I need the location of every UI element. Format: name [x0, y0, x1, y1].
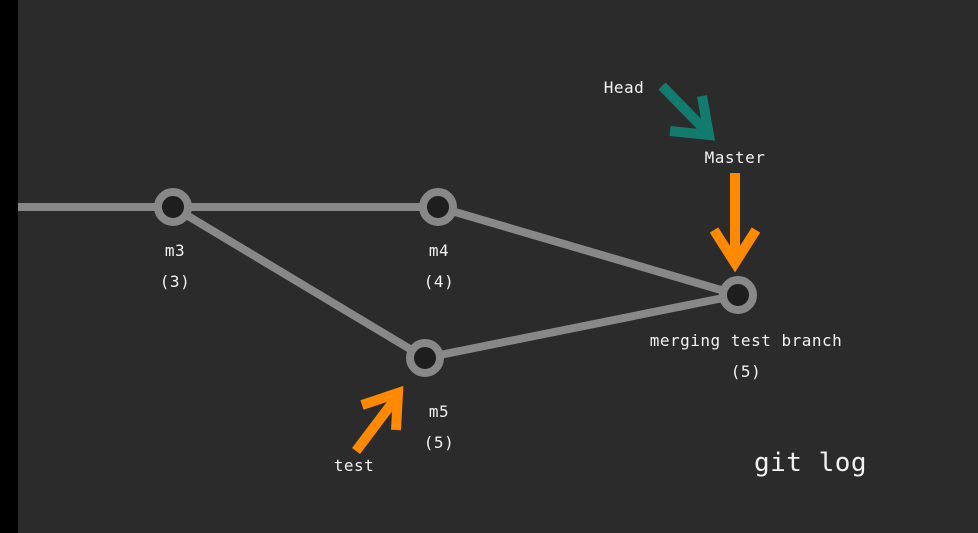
node-m5 — [406, 339, 444, 377]
edge-m3-m5 — [170, 203, 428, 362]
test-arrow-icon — [352, 385, 404, 455]
node-m4-label: m4 — [428, 241, 450, 260]
head-arrow-icon — [658, 82, 716, 141]
node-m5-number: (5) — [423, 433, 455, 452]
node-merge-number: (5) — [730, 362, 762, 381]
caption: git log — [754, 448, 868, 478]
node-m4 — [419, 188, 457, 226]
node-m5-label: m5 — [428, 402, 450, 421]
node-merge — [719, 276, 757, 314]
node-merge-label: merging test branch — [649, 331, 843, 350]
head-label: Head — [603, 78, 645, 97]
master-label: Master — [704, 148, 766, 167]
node-m4-number: (4) — [423, 272, 455, 291]
node-m3-number: (3) — [159, 272, 191, 291]
test-label: test — [333, 456, 375, 475]
node-m3-label: m3 — [164, 241, 186, 260]
master-arrow-icon — [709, 173, 761, 273]
node-m3 — [154, 188, 192, 226]
edge-m4-merge — [436, 203, 740, 299]
